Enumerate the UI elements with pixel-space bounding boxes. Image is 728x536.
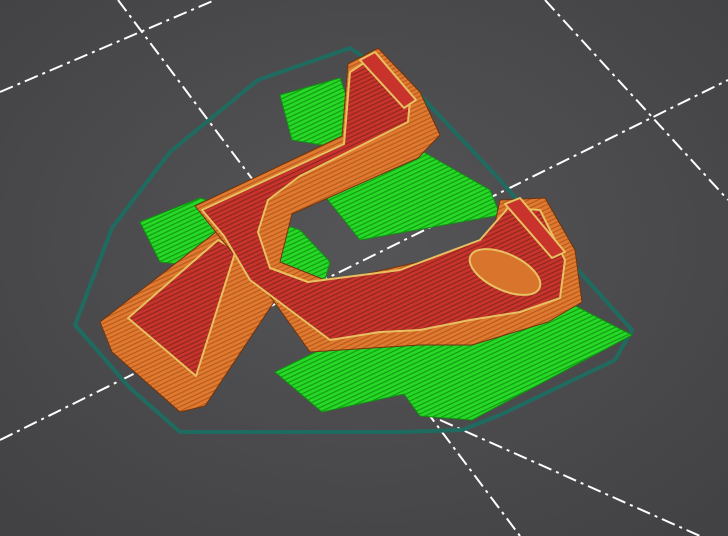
3d-preview-viewport[interactable] bbox=[0, 0, 728, 536]
